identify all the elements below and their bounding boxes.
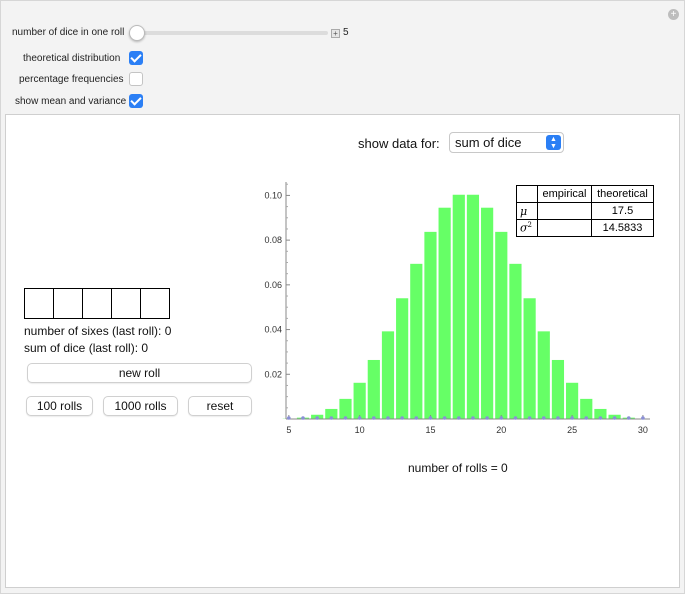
stats-table: empirical theoretical μ 17.5 σ2 14.5833 xyxy=(516,185,654,237)
dice-sum-text: sum of dice (last roll): 0 xyxy=(24,341,149,355)
variance-theoretical: 14.5833 xyxy=(591,219,654,237)
variance-symbol-cell: σ2 xyxy=(516,219,538,237)
rolls-count-text: number of rolls = 0 xyxy=(408,461,508,475)
die-face xyxy=(82,288,112,319)
variance-exponent: 2 xyxy=(527,221,532,230)
sixes-count-text: number of sixes (last roll): 0 xyxy=(24,324,172,338)
show-data-selected: sum of dice xyxy=(455,135,522,150)
mean-empirical xyxy=(537,202,592,220)
percentage-frequencies-label: percentage frequencies xyxy=(19,74,124,85)
new-roll-button[interactable]: new roll xyxy=(27,363,252,383)
slider-expand-icon[interactable]: + xyxy=(331,29,340,38)
theoretical-distribution-label: theoretical distribution xyxy=(23,53,121,64)
die-face xyxy=(24,288,54,319)
percentage-frequencies-checkbox[interactable] xyxy=(129,72,143,86)
die-face xyxy=(53,288,83,319)
updown-arrows-icon[interactable]: ▲ ▼ xyxy=(546,135,561,150)
dice-count-slider-track[interactable] xyxy=(138,31,328,35)
stats-row-mean: μ 17.5 xyxy=(516,202,654,220)
variance-empirical xyxy=(537,219,592,237)
plus-icon[interactable]: + xyxy=(668,9,679,20)
die-face xyxy=(111,288,141,319)
mean-symbol: μ xyxy=(516,202,538,220)
show-data-dropdown[interactable]: sum of dice ▲ ▼ xyxy=(449,132,564,153)
dice-count-label: number of dice in one roll xyxy=(12,27,125,38)
mean-variance-label: show mean and variance xyxy=(15,96,127,107)
stats-header-cell: theoretical xyxy=(591,185,654,203)
stats-row-variance: σ2 14.5833 xyxy=(516,219,654,237)
reset-button[interactable]: reset xyxy=(188,396,252,416)
theoretical-distribution-checkbox[interactable] xyxy=(129,51,143,65)
dice-count-slider-thumb[interactable] xyxy=(129,25,145,41)
stats-header-cell: empirical xyxy=(537,185,592,203)
dice-count-value: 5 xyxy=(343,27,349,38)
stats-header-row: empirical theoretical xyxy=(516,185,654,203)
variance-symbol: σ xyxy=(520,221,528,235)
hundred-rolls-button[interactable]: 100 rolls xyxy=(26,396,93,416)
mean-theoretical: 17.5 xyxy=(591,202,654,220)
thousand-rolls-button[interactable]: 1000 rolls xyxy=(103,396,178,416)
mean-variance-checkbox[interactable] xyxy=(129,94,143,108)
show-data-label: show data for: xyxy=(358,136,440,151)
die-face xyxy=(140,288,170,319)
stats-header-cell xyxy=(516,185,538,203)
dice-row xyxy=(24,288,170,319)
